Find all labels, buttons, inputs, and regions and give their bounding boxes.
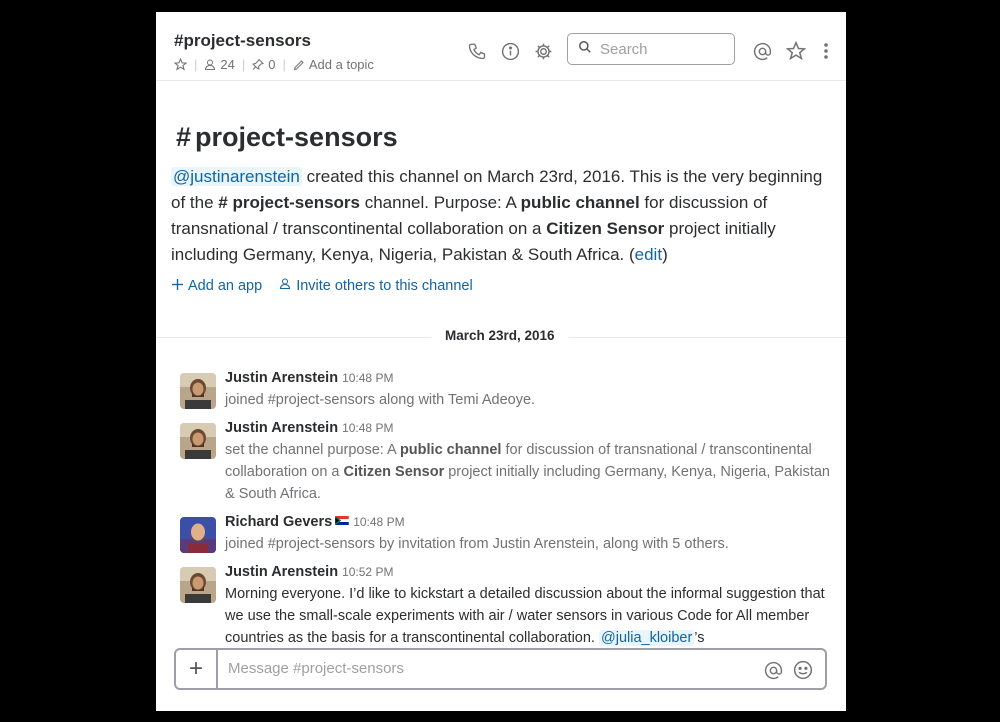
search-box[interactable] [567,33,735,65]
message-timestamp[interactable]: 10:48 PM [342,421,393,435]
attach-plus-button[interactable]: + [176,650,218,688]
emoji-icon[interactable] [792,659,814,681]
message-sender[interactable]: Justin Arenstein [225,420,338,436]
starred-items-icon[interactable] [786,41,806,61]
members-count[interactable]: 24 [204,57,235,72]
creator-mention[interactable]: @justinarenstein [171,167,302,186]
user-mention[interactable]: @julia_kloiber [599,630,695,646]
search-icon [568,40,592,59]
south-africa-flag-icon [335,515,349,525]
date-divider-label: March 23rd, 2016 [431,328,569,343]
intro-actions: Add an app Invite others to this channel [172,277,473,294]
person-icon [279,277,291,294]
pinned-count[interactable]: 0 [252,57,275,72]
message-composer: + [174,648,827,690]
message-text: joined #project-sensors by invitation fr… [225,536,729,552]
message-text: set the channel purpose: A public channe… [225,442,830,502]
person-icon [204,58,216,71]
mentions-icon[interactable] [752,41,772,61]
app-window: #project-sensors | 24 | 0 | Add a topic … [156,12,846,711]
hash-icon: # [176,122,192,152]
intro-title: # project-sensors [176,122,398,152]
phone-icon[interactable] [467,41,487,61]
channel-reference[interactable]: # project-sensors [218,193,360,212]
add-topic-button[interactable]: Add a topic [293,57,374,72]
gear-icon[interactable] [533,41,553,61]
plus-icon [172,278,183,294]
avatar[interactable] [180,517,216,553]
message-sender[interactable]: Justin Arenstein [225,564,338,580]
message-timestamp[interactable]: 10:48 PM [342,371,393,385]
edit-purpose-link[interactable]: edit [635,245,662,264]
star-icon[interactable] [174,58,187,71]
message-text: joined #project-sensors along with Temi … [225,392,536,408]
pin-icon [252,58,265,71]
avatar[interactable] [180,567,216,603]
channel-header: #project-sensors | 24 | 0 | Add a topic … [156,12,846,81]
mention-icon[interactable] [762,659,784,681]
message-text: Morning everyone. I’d like to kickstart … [225,586,825,646]
search-input[interactable] [598,39,722,59]
message-timestamp[interactable]: 10:52 PM [342,565,393,579]
channel-intro-text: @justinarenstein created this channel on… [171,167,823,264]
avatar[interactable] [180,373,216,409]
message-input[interactable] [226,659,750,678]
message-sender[interactable]: Justin Arenstein [225,370,338,386]
more-options-icon[interactable] [816,41,836,61]
pencil-icon [293,59,305,71]
message-timestamp[interactable]: 10:48 PM [353,515,404,529]
avatar[interactable] [180,423,216,459]
channel-title[interactable]: #project-sensors [174,31,311,51]
add-app-button[interactable]: Add an app [172,277,262,294]
channel-meta: | 24 | 0 | Add a topic [174,57,374,72]
invite-others-button[interactable]: Invite others to this channel [279,277,473,294]
message-sender[interactable]: Richard Gevers [225,514,332,530]
info-icon[interactable] [500,41,520,61]
